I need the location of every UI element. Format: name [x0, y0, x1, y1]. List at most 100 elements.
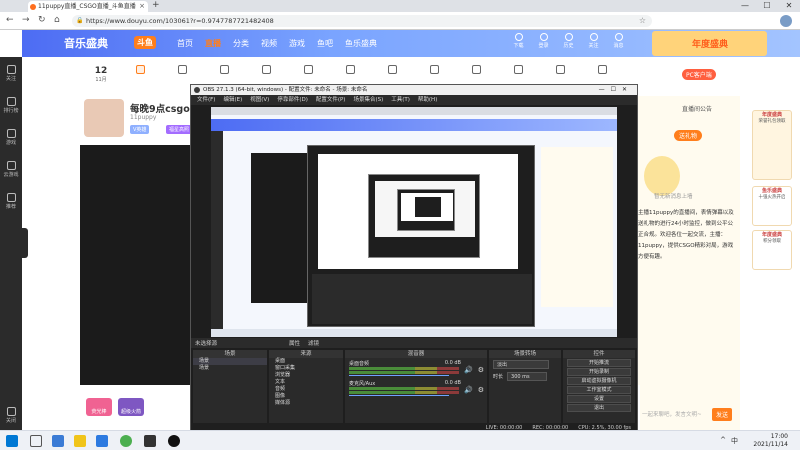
sidebar-item-follow[interactable]: 关注: [0, 65, 22, 82]
minimize-button[interactable]: —: [734, 0, 756, 12]
reload-icon[interactable]: ↻: [38, 15, 46, 25]
volume-slider[interactable]: [349, 375, 449, 376]
category-item[interactable]: [130, 65, 150, 83]
forward-icon[interactable]: →: [22, 15, 30, 25]
promo-card[interactable]: 鱼乐盛典 十强火热开启: [752, 186, 792, 226]
virtual-camera-button[interactable]: 启动虚拟摄像机: [567, 377, 631, 385]
menu-docks[interactable]: 停靠部件(D): [277, 95, 308, 105]
category-item[interactable]: [382, 65, 402, 83]
back-icon[interactable]: ←: [6, 15, 14, 25]
exit-button[interactable]: 退出: [567, 404, 631, 412]
source-item[interactable]: 文本: [269, 379, 343, 386]
nav-live[interactable]: 直播: [205, 38, 221, 49]
video-player[interactable]: [80, 145, 192, 385]
start-streaming-button[interactable]: 开始推流: [567, 359, 631, 367]
profile-avatar[interactable]: [780, 15, 792, 27]
source-item[interactable]: 图像: [269, 393, 343, 400]
sidebar-item-recommend[interactable]: 推荐: [0, 193, 22, 210]
category-item[interactable]: [466, 65, 486, 83]
bookmark-star-icon[interactable]: ☆: [639, 15, 646, 27]
menu-file[interactable]: 文件(F): [197, 95, 215, 105]
gift-item[interactable]: 荧光棒: [86, 398, 112, 416]
promo-card[interactable]: 年度盛典 积分领取: [752, 230, 792, 270]
obs-taskbar-icon[interactable]: [144, 435, 156, 447]
follow-button[interactable]: 关注: [585, 33, 602, 49]
category-item[interactable]: [424, 65, 444, 83]
menu-profile[interactable]: 配置文件(P): [316, 95, 346, 105]
nav-games[interactable]: 游戏: [289, 38, 305, 49]
nav-music-gala[interactable]: 鱼乐盛典: [345, 38, 377, 49]
chrome-icon[interactable]: [120, 435, 132, 447]
source-item[interactable]: 音频: [269, 386, 343, 393]
taskbar-clock[interactable]: 17:00 2021/11/14: [753, 433, 788, 449]
menu-edit[interactable]: 编辑(E): [223, 95, 242, 105]
scene-item[interactable]: 场景: [193, 358, 267, 365]
edge-icon[interactable]: [96, 435, 108, 447]
category-item[interactable]: [340, 65, 360, 83]
transition-select[interactable]: 淡出: [493, 359, 549, 369]
search-icon[interactable]: [30, 435, 42, 447]
login-button[interactable]: 登录: [535, 33, 552, 49]
promo-card[interactable]: 年度盛典 荣誉礼包领取: [752, 110, 792, 180]
category-item[interactable]: [172, 65, 192, 83]
studio-mode-button[interactable]: 工作室模式: [567, 386, 631, 394]
sidebar-item-close[interactable]: 关闭: [0, 407, 22, 424]
home-icon[interactable]: ⌂: [54, 15, 60, 25]
task-view-icon[interactable]: [52, 435, 64, 447]
streamer-avatar[interactable]: [84, 99, 124, 137]
site-logo[interactable]: 音乐盛典: [64, 35, 108, 51]
start-recording-button[interactable]: 开始录制: [567, 368, 631, 376]
filters-button[interactable]: 滤镜: [308, 339, 319, 347]
category-item[interactable]: [256, 65, 276, 83]
nav-category[interactable]: 分类: [233, 38, 249, 49]
source-item[interactable]: 窗口采集: [269, 365, 343, 372]
scene-item[interactable]: 场景: [193, 365, 267, 372]
category-item[interactable]: [550, 65, 570, 83]
speaker-icon[interactable]: 🔊: [464, 366, 473, 374]
history-button[interactable]: 历史: [560, 33, 577, 49]
sidebar-collapse-handle[interactable]: [22, 228, 28, 258]
nav-video[interactable]: 视频: [261, 38, 277, 49]
source-item[interactable]: 桌面: [269, 358, 343, 365]
gear-icon[interactable]: ⚙: [478, 386, 484, 394]
new-tab-button[interactable]: +: [152, 0, 160, 10]
obs-window-controls[interactable]: —☐✕: [599, 85, 633, 95]
nav-home[interactable]: 首页: [177, 38, 193, 49]
close-window-button[interactable]: ✕: [778, 0, 800, 12]
nav-yuba[interactable]: 鱼吧: [317, 38, 333, 49]
file-explorer-icon[interactable]: [74, 435, 86, 447]
category-item[interactable]: [508, 65, 528, 83]
menu-view[interactable]: 视图(V): [250, 95, 269, 105]
properties-button[interactable]: 属性: [289, 339, 300, 347]
category-item[interactable]: [298, 65, 318, 83]
volume-slider[interactable]: [349, 395, 449, 396]
pc-client-badge[interactable]: PC客户端: [682, 69, 716, 80]
category-item[interactable]: [592, 65, 612, 83]
sidebar-item-cloud-game[interactable]: 云游戏: [0, 161, 22, 178]
maximize-button[interactable]: ☐: [756, 0, 778, 12]
send-gift-button[interactable]: 送礼物: [674, 130, 703, 141]
menu-scene-collection[interactable]: 场景集合(S): [353, 95, 383, 105]
ime-indicator[interactable]: 中: [731, 436, 738, 446]
gear-icon[interactable]: ⚙: [478, 366, 484, 374]
header-promo-banner[interactable]: 年度盛典: [652, 31, 767, 56]
menu-help[interactable]: 帮助(H): [418, 95, 437, 105]
close-tab-icon[interactable]: ×: [139, 1, 145, 12]
obs-app-icon[interactable]: [168, 435, 180, 447]
download-button[interactable]: 下载: [510, 33, 527, 49]
settings-button[interactable]: 设置: [567, 395, 631, 403]
windows-start-icon[interactable]: [6, 435, 18, 447]
chat-input[interactable]: 一起来聊吧，发言文明~: [642, 410, 702, 418]
gift-item[interactable]: 超级火箭: [118, 398, 144, 416]
speaker-icon[interactable]: 🔊: [464, 386, 473, 394]
obs-preview-canvas[interactable]: [211, 107, 617, 337]
send-chat-button[interactable]: 发送: [712, 408, 733, 421]
source-item[interactable]: 浏览器: [269, 372, 343, 379]
menu-tools[interactable]: 工具(T): [391, 95, 410, 105]
tray-expand-icon[interactable]: ^: [720, 436, 726, 446]
category-item[interactable]: [214, 65, 234, 83]
sidebar-item-ranking[interactable]: 排行榜: [0, 97, 22, 114]
sidebar-item-games[interactable]: 游戏: [0, 129, 22, 146]
url-input[interactable]: 🔒 https://www.douyu.com/103061?r=0.97477…: [72, 15, 652, 27]
duration-input[interactable]: 300 ms: [507, 371, 548, 381]
